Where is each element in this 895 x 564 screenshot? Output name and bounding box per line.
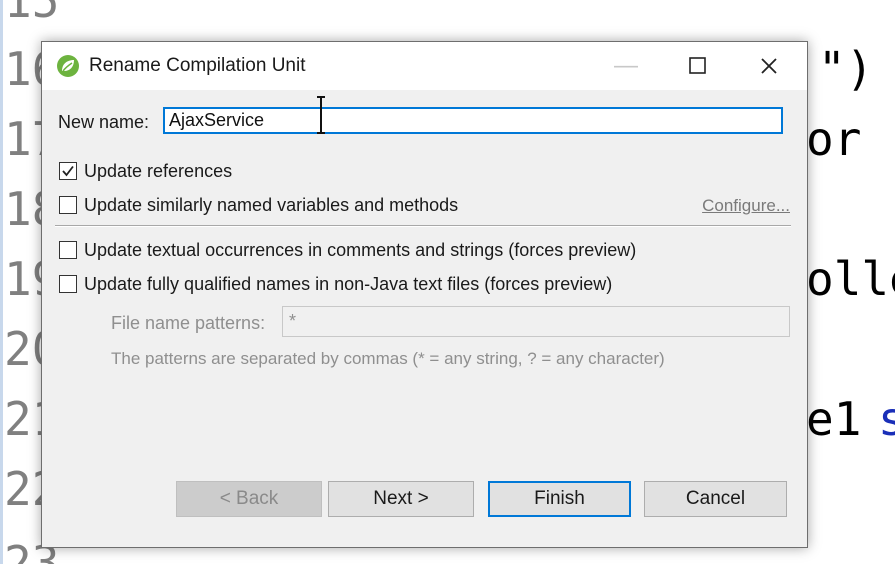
patterns-hint: The patterns are separated by commas (* …: [111, 349, 665, 368]
next-button[interactable]: Next >: [328, 481, 474, 517]
back-button[interactable]: < Back: [176, 481, 322, 517]
spring-leaf-icon: [56, 54, 80, 78]
text-cursor-icon: [317, 96, 325, 134]
code-fragment: e1: [806, 392, 862, 446]
maximize-icon: [689, 57, 706, 74]
code-fragment: "): [818, 42, 874, 96]
code-fragment: olle: [806, 252, 895, 306]
finish-button[interactable]: Finish: [488, 481, 631, 517]
update-textual-label[interactable]: Update textual occurrences in comments a…: [84, 240, 636, 261]
update-references-label[interactable]: Update references: [84, 161, 232, 182]
code-fragment: s: [878, 392, 895, 446]
new-name-label: New name:: [58, 112, 150, 132]
update-references-checkbox[interactable]: [59, 162, 77, 180]
separator: [55, 225, 791, 227]
configure-link[interactable]: Configure...: [702, 196, 790, 216]
line-number: 15: [4, 0, 60, 28]
close-button[interactable]: [739, 42, 799, 90]
file-patterns-input[interactable]: *: [282, 306, 790, 337]
close-icon: [761, 58, 777, 74]
update-textual-checkbox[interactable]: [59, 241, 77, 259]
update-qualified-label[interactable]: Update fully qualified names in non-Java…: [84, 274, 612, 295]
title-bar[interactable]: Rename Compilation Unit —: [42, 42, 807, 90]
cancel-button[interactable]: Cancel: [644, 481, 787, 517]
minimize-button[interactable]: —: [596, 42, 656, 90]
new-name-input[interactable]: AjaxService: [163, 107, 783, 134]
file-patterns-label: File name patterns:: [111, 313, 266, 333]
checkmark-icon: [62, 165, 74, 177]
update-similar-label[interactable]: Update similarly named variables and met…: [84, 195, 458, 216]
maximize-button[interactable]: [668, 42, 728, 90]
update-qualified-checkbox[interactable]: [59, 275, 77, 293]
rename-dialog: Rename Compilation Unit — New name: Ajax…: [41, 41, 808, 548]
update-similar-checkbox[interactable]: [59, 196, 77, 214]
dialog-title: Rename Compilation Unit: [89, 55, 306, 76]
dialog-body: New name: AjaxService Update references …: [42, 90, 807, 547]
editor-gutter-highlight: [0, 0, 3, 564]
code-fragment: or: [806, 112, 862, 166]
